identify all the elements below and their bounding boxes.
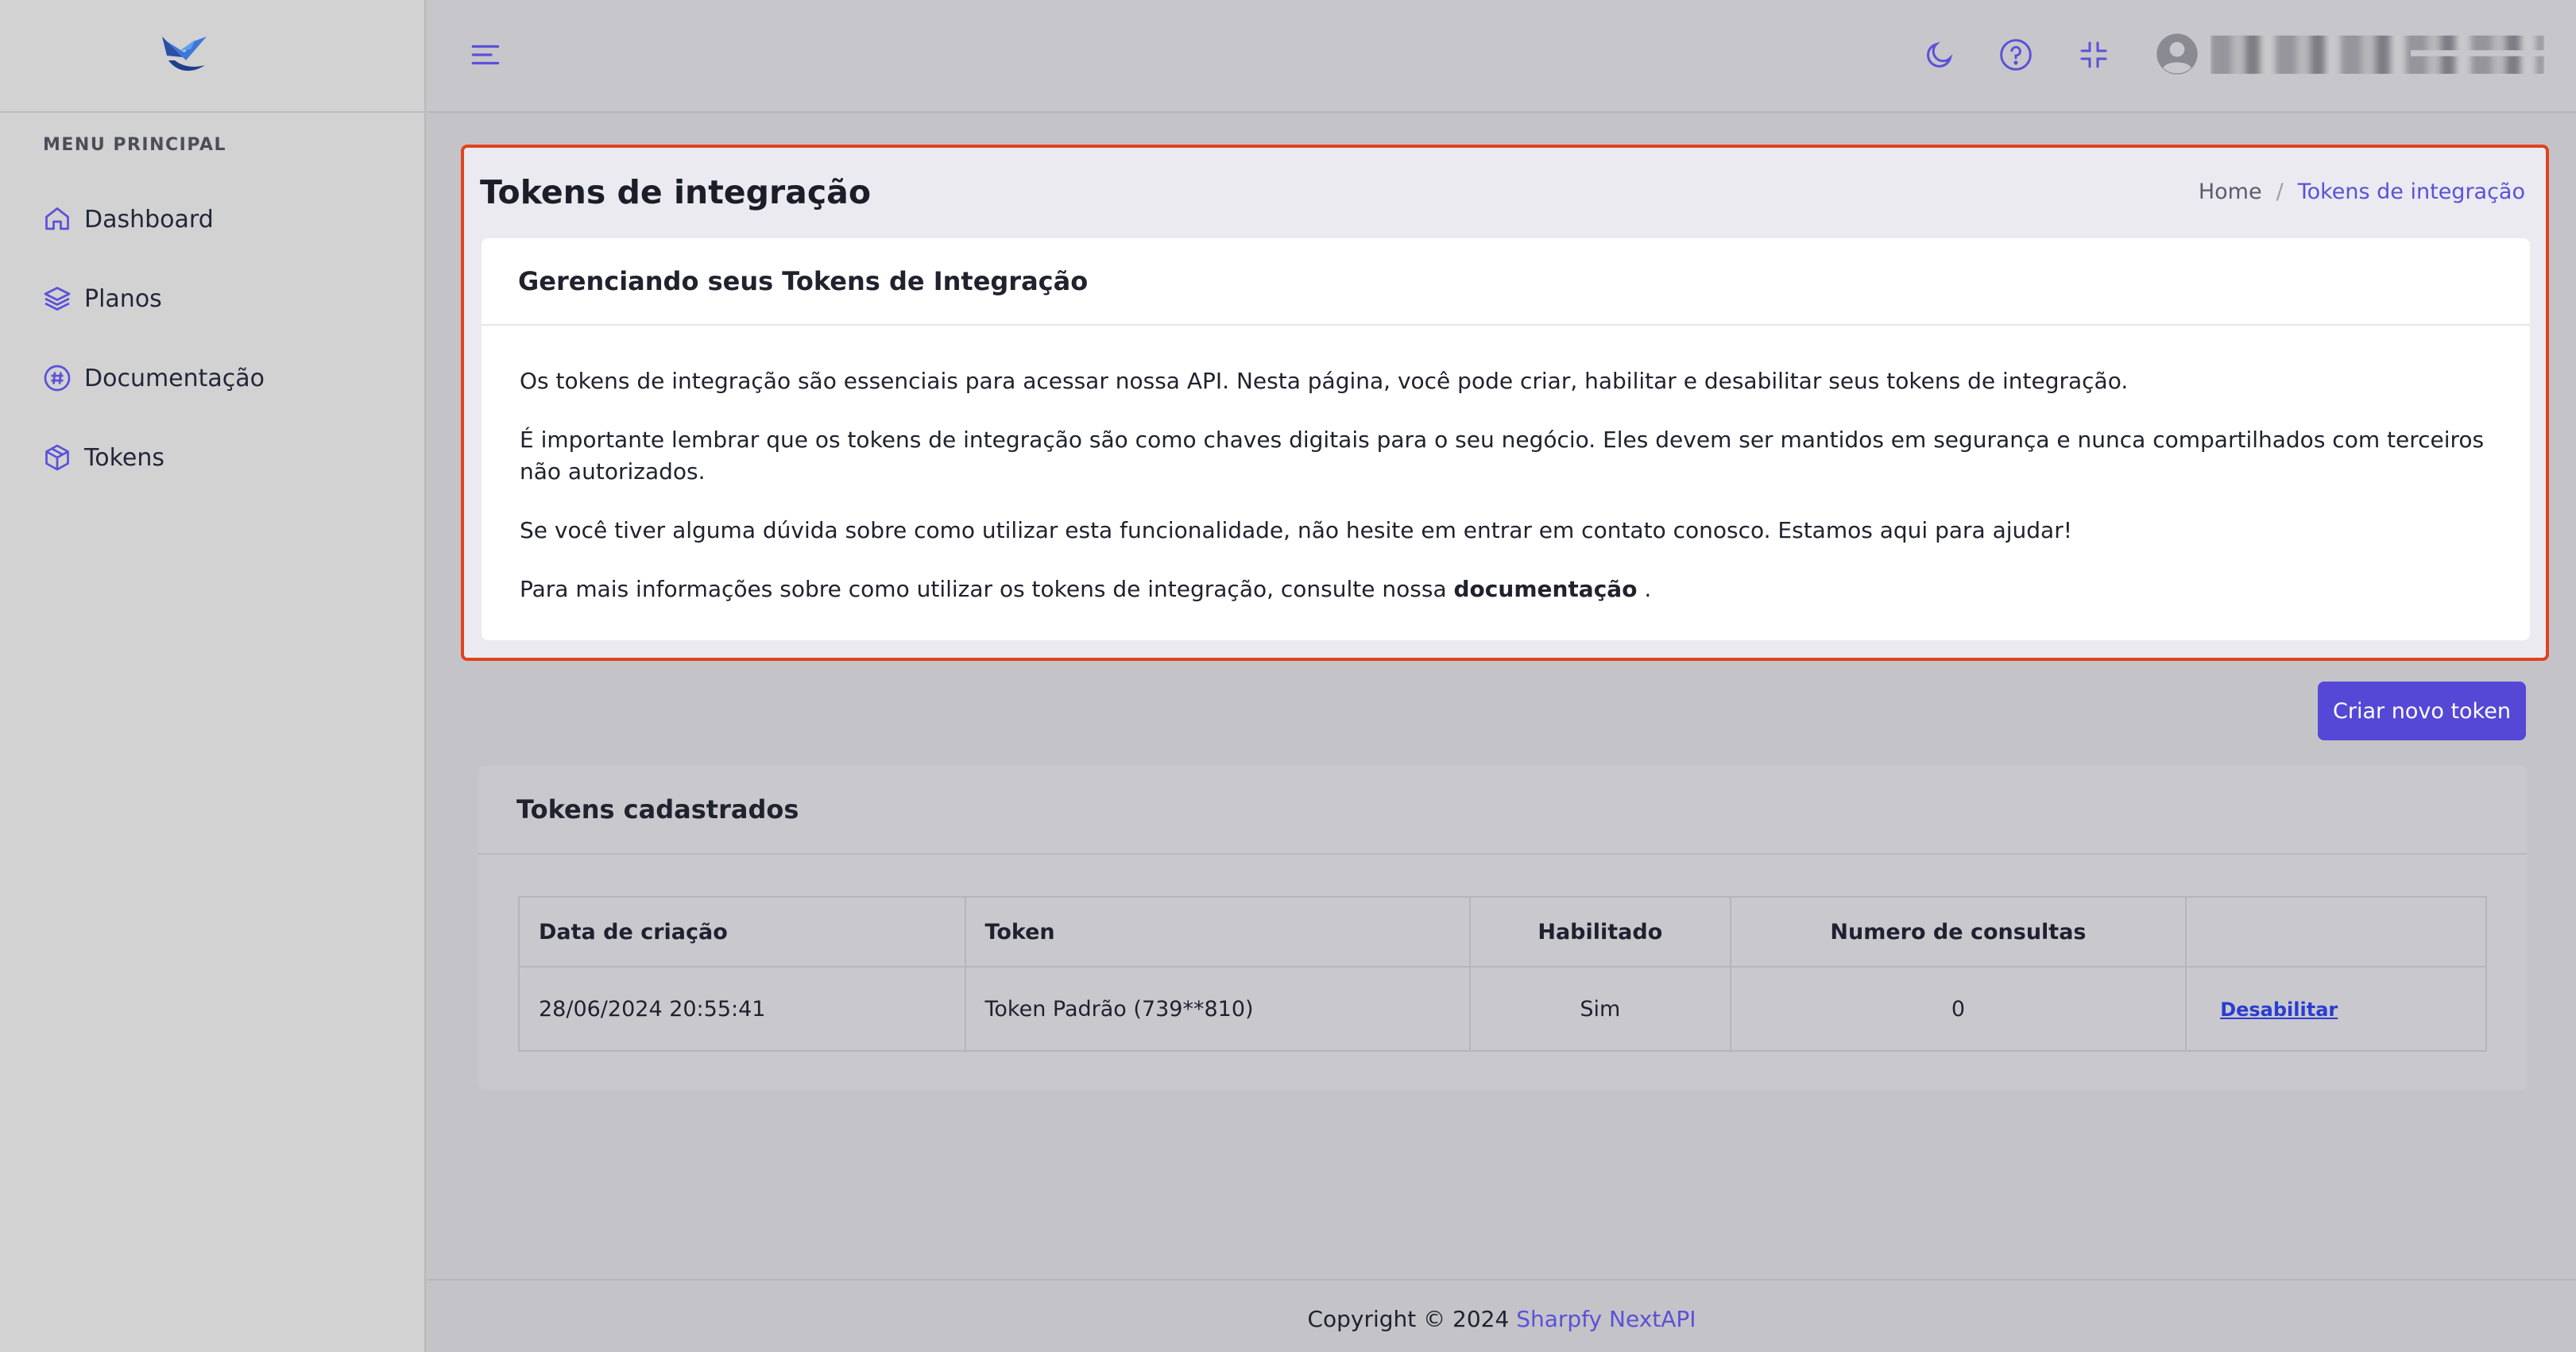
home-icon: [41, 203, 73, 235]
footer-divider: [427, 1279, 2576, 1281]
info-paragraph: Os tokens de integração são essenciais p…: [520, 368, 2129, 394]
tokens-table: Data de criação Token Habilitado Numero …: [518, 896, 2487, 1052]
highlighted-section: Tokens de integração Home / Tokens de in…: [461, 145, 2549, 661]
menu-section-title: MENU PRINCIPAL: [43, 135, 226, 155]
username-redacted[interactable]: [2210, 35, 2544, 74]
sidebar-item-planos[interactable]: Planos: [41, 259, 407, 338]
sidebar: MENU PRINCIPAL Dashboard Planos Document…: [0, 0, 426, 1352]
table-row: 28/06/2024 20:55:41 Token Padrão (739**8…: [518, 966, 2487, 1052]
cell-created: 28/06/2024 20:55:41: [518, 966, 966, 1052]
column-header: Data de criação: [518, 896, 966, 968]
tokens-card: Tokens cadastrados Data de criação Token…: [478, 766, 2527, 1090]
info-card-header: Gerenciando seus Tokens de Integração: [482, 238, 2530, 326]
cell-action: Desabilitar: [2185, 966, 2487, 1052]
sidebar-item-documentacao[interactable]: Documentação: [41, 338, 407, 418]
cell-enabled: Sim: [1468, 966, 1731, 1052]
tokens-card-header: Tokens cadastrados: [478, 766, 2527, 855]
create-token-button[interactable]: Criar novo token: [2318, 682, 2526, 740]
copyright-text: Copyright © 2024: [1307, 1306, 1510, 1332]
breadcrumb-home[interactable]: Home: [2199, 180, 2262, 204]
cell-token: Token Padrão (739**810): [964, 966, 1471, 1052]
sidebar-item-label: Planos: [84, 284, 162, 313]
info-paragraph: Se você tiver alguma dúvida sobre como u…: [520, 517, 2072, 543]
brand-logo-icon: [162, 37, 207, 71]
column-header: [2185, 896, 2487, 968]
layers-icon: [41, 283, 73, 315]
documentation-link[interactable]: documentação: [1454, 576, 1638, 602]
info-paragraph: É importante lembrar que os tokens de in…: [520, 427, 2485, 485]
breadcrumb-current: Tokens de integração: [2297, 180, 2525, 204]
column-header: Numero de consultas: [1729, 896, 2187, 968]
breadcrumb-separator: /: [2276, 180, 2284, 204]
info-paragraph: Para mais informações sobre como utiliza…: [520, 574, 2530, 605]
sidebar-item-label: Dashboard: [84, 205, 214, 234]
sidebar-item-dashboard[interactable]: Dashboard: [41, 180, 407, 259]
footer: Copyright © 2024 Sharpfy NextAPI: [427, 1306, 2576, 1332]
sidebar-item-label: Tokens: [84, 443, 164, 472]
disable-token-link[interactable]: Desabilitar: [2220, 999, 2338, 1021]
minimize-icon[interactable]: [2075, 37, 2112, 73]
info-paragraph-suffix: .: [1644, 576, 1652, 602]
sidebar-item-tokens[interactable]: Tokens: [41, 418, 407, 497]
info-card-title: Gerenciando seus Tokens de Integração: [518, 266, 1089, 296]
brand-link[interactable]: Sharpfy NextAPI: [1516, 1306, 1696, 1332]
box-icon: [41, 442, 73, 473]
sidebar-nav: Dashboard Planos Documentação Tokens: [41, 180, 407, 497]
info-card-body: Os tokens de integração são essenciais p…: [482, 326, 2530, 605]
cell-queries: 0: [1729, 966, 2187, 1052]
sidebar-item-label: Documentação: [84, 364, 265, 392]
page-title: Tokens de integração: [480, 173, 871, 211]
moon-icon[interactable]: [1921, 37, 1958, 73]
help-icon[interactable]: [1998, 37, 2034, 73]
user-avatar-icon[interactable]: [2155, 32, 2199, 76]
table-header-row: Data de criação Token Habilitado Numero …: [518, 896, 2487, 968]
menu-icon[interactable]: [469, 38, 502, 71]
tokens-card-title: Tokens cadastrados: [516, 794, 799, 825]
breadcrumb: Home / Tokens de integração: [2199, 180, 2525, 204]
column-header: Token: [964, 896, 1471, 968]
hash-icon: [41, 362, 73, 394]
topbar: [427, 0, 2576, 113]
info-paragraph-text: Para mais informações sobre como utiliza…: [520, 576, 1447, 602]
logo[interactable]: [0, 0, 424, 113]
info-card: Gerenciando seus Tokens de Integração Os…: [482, 238, 2530, 640]
column-header: Habilitado: [1468, 896, 1731, 968]
